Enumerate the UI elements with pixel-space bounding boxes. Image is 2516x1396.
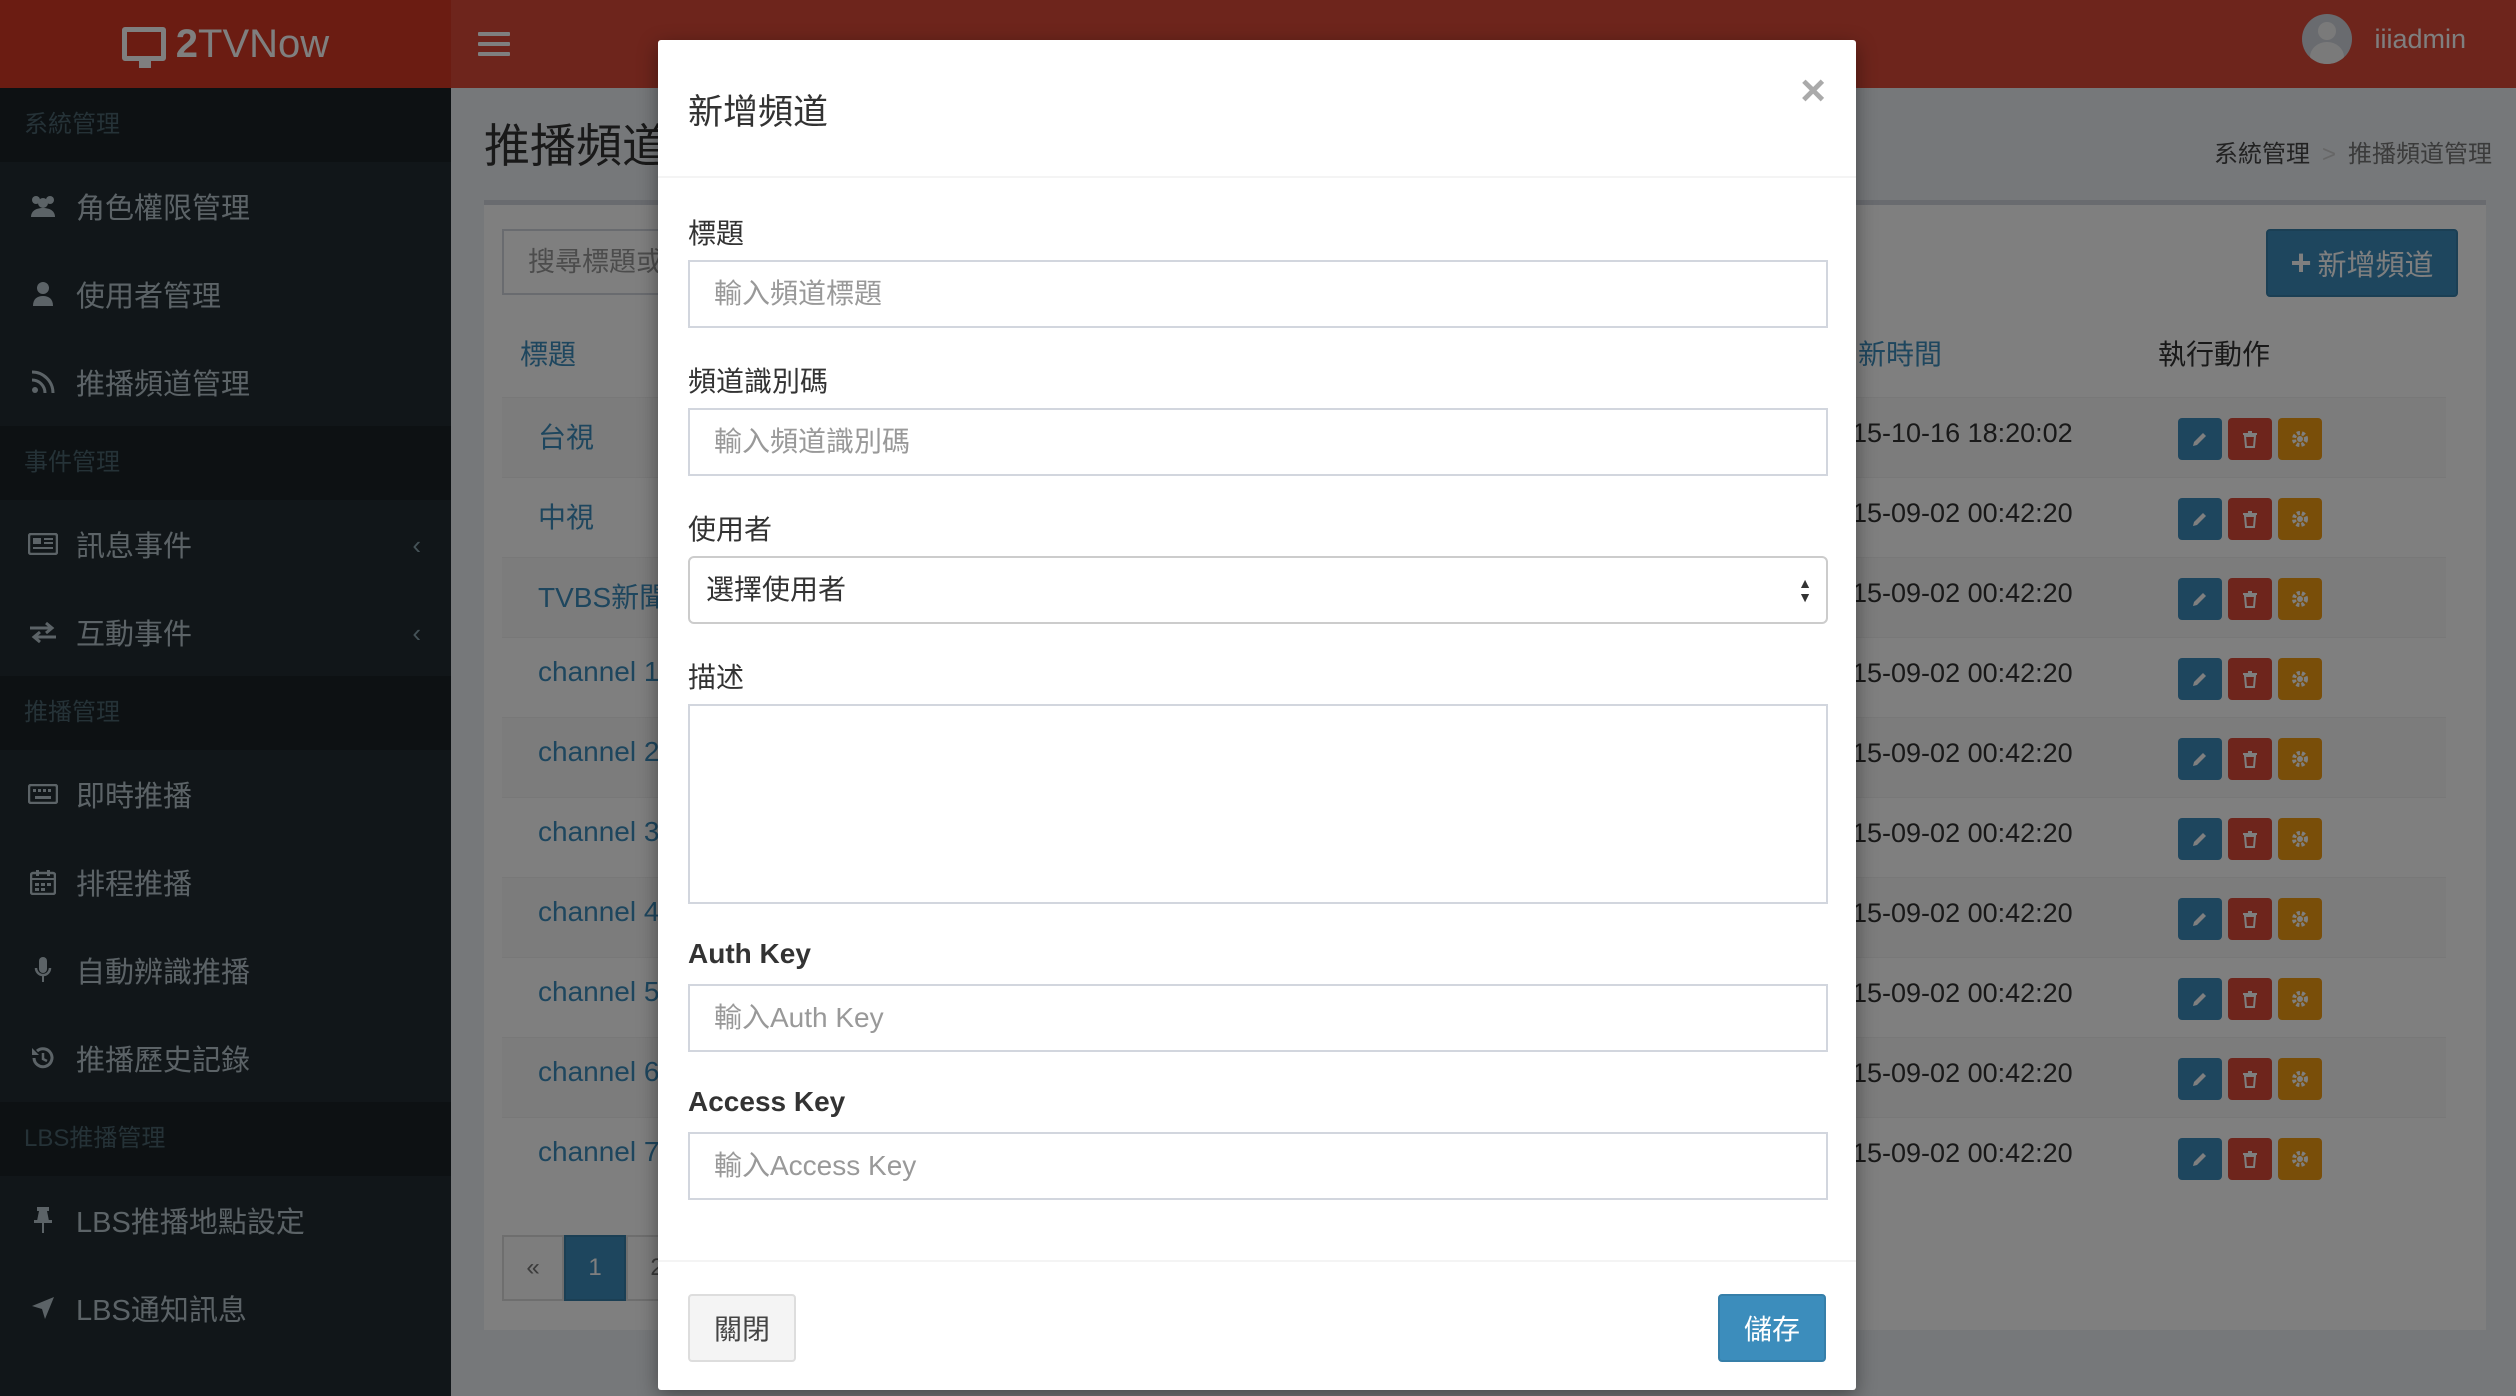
save-button[interactable]: 儲存	[1718, 1294, 1826, 1362]
description-label: 描述	[688, 662, 745, 693]
auth-key-input[interactable]: 輸入Auth Key	[688, 984, 1828, 1052]
channel-id-label: 頻道識別碼	[688, 366, 829, 397]
access-key-label: Access Key	[688, 1086, 846, 1117]
title-input[interactable]: 輸入頻道標題	[688, 260, 1828, 328]
close-icon[interactable]: ×	[1800, 66, 1826, 116]
add-channel-modal: 新增頻道 × 標題 輸入頻道標題 頻道識別碼 輸入頻道識別碼 使用者 選擇使用者…	[658, 40, 1856, 1390]
access-key-input[interactable]: 輸入Access Key	[688, 1132, 1828, 1200]
modal-header: 新增頻道 ×	[658, 40, 1856, 178]
description-textarea[interactable]	[688, 704, 1828, 904]
user-select[interactable]: 選擇使用者 ▲ ▼	[688, 556, 1828, 624]
modal-title: 新增頻道	[688, 93, 829, 132]
select-arrows-icon: ▲ ▼	[1798, 575, 1812, 605]
user-select-value: 選擇使用者	[706, 574, 847, 605]
close-button[interactable]: 關閉	[688, 1294, 796, 1362]
modal-footer: 關閉 儲存	[658, 1260, 1856, 1390]
title-label: 標題	[688, 218, 745, 249]
auth-key-label: Auth Key	[688, 938, 811, 969]
channel-id-input[interactable]: 輸入頻道識別碼	[688, 408, 1828, 476]
user-label: 使用者	[688, 514, 773, 545]
